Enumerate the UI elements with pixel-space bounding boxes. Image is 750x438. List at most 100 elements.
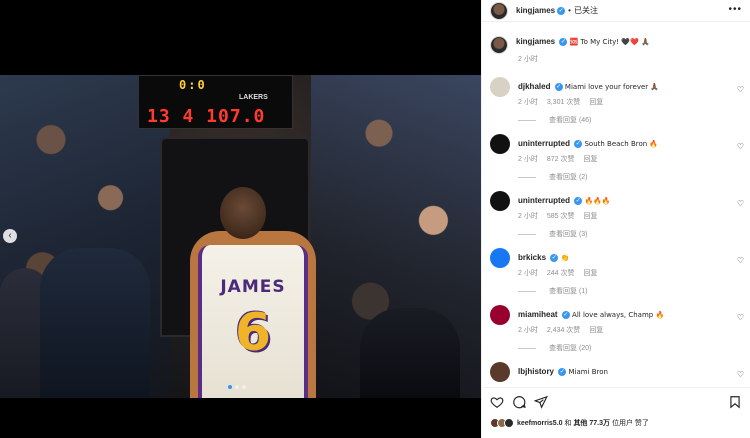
avatar[interactable] bbox=[490, 36, 508, 54]
comment-list: djkhaled ✓ Miami love your forever 🙏🏾 2 小… bbox=[482, 75, 750, 417]
post-photo[interactable]: 0:0 LAKERS 13 4 107.0 JAMES 6 bbox=[0, 75, 481, 398]
comment-username[interactable]: brkicks bbox=[518, 253, 546, 262]
comment-username[interactable]: miamiheat bbox=[518, 310, 558, 319]
comment-line: lbjhistory ✓ Miami Bron bbox=[518, 367, 608, 376]
comment-likes[interactable]: 244 次赞 bbox=[547, 268, 575, 278]
view-replies-button[interactable]: 查看回复 (1) bbox=[518, 286, 588, 296]
comment-meta: 2 小时 872 次赞 回复 bbox=[518, 154, 597, 164]
verified-badge-icon: ✓ bbox=[558, 367, 567, 376]
comment-item: uninterrupted ✓ 🔥🔥🔥 2 小时 585 次赞 回复查看回复 (3) ♡ bbox=[482, 189, 750, 246]
caption-text: 🆘 To My City! 🖤❤️ 🙏🏾 bbox=[569, 38, 650, 46]
comment-icon[interactable] bbox=[512, 395, 526, 409]
scoreboard-top: 0:0 bbox=[179, 78, 207, 92]
verified-badge-icon: ✓ bbox=[557, 6, 566, 15]
comment-time: 2 小时 bbox=[518, 99, 538, 106]
heart-icon[interactable]: ♡ bbox=[737, 370, 744, 379]
view-replies-button[interactable]: 查看回复 (2) bbox=[518, 172, 588, 182]
heart-icon[interactable]: ♡ bbox=[737, 85, 744, 94]
comment-meta: 2 小时 244 次赞 回复 bbox=[518, 268, 597, 278]
verified-badge-icon: ✓ bbox=[574, 139, 583, 148]
scoreboard-bottom: 13 4 107.0 bbox=[147, 106, 266, 127]
reply-button[interactable]: 回复 bbox=[583, 211, 597, 221]
heart-icon[interactable]: ♡ bbox=[737, 199, 744, 208]
replies-divider bbox=[518, 290, 536, 292]
likes-others-label[interactable]: 其他 bbox=[573, 420, 587, 427]
avatar[interactable] bbox=[490, 134, 510, 154]
likes-text: keefmorris5.0 和 其他 77.3万 位用户 赞了 bbox=[517, 418, 649, 428]
avatar[interactable] bbox=[490, 362, 510, 382]
reply-button[interactable]: 回复 bbox=[589, 97, 603, 107]
comment-likes[interactable]: 3,301 次赞 bbox=[547, 97, 580, 107]
comment-likes[interactable]: 2,434 次赞 bbox=[547, 325, 580, 335]
player-head bbox=[220, 187, 266, 239]
reply-button[interactable]: 回复 bbox=[583, 268, 597, 278]
comment-meta: 2 小时 585 次赞 回复 bbox=[518, 211, 597, 221]
player: JAMES 6 bbox=[178, 187, 328, 398]
comment-text: South Beach Bron 🔥 bbox=[584, 140, 659, 148]
view-replies-label: 查看回复 (2) bbox=[549, 174, 588, 181]
comment-likes[interactable]: 585 次赞 bbox=[547, 211, 575, 221]
comment-username[interactable]: djkhaled bbox=[518, 82, 550, 91]
paper-plane-icon[interactable] bbox=[534, 395, 548, 409]
heart-icon[interactable]: ♡ bbox=[737, 256, 744, 265]
view-replies-button[interactable]: 查看回复 (3) bbox=[518, 229, 588, 239]
likes-suffix: 位用户 赞了 bbox=[611, 420, 649, 427]
comment-likes[interactable]: 872 次赞 bbox=[547, 154, 575, 164]
liker-username[interactable]: keefmorris5.0 bbox=[517, 420, 563, 427]
comment-time: 2 小时 bbox=[518, 270, 538, 277]
view-replies-label: 查看回复 (3) bbox=[549, 231, 588, 238]
verified-badge-icon: ✓ bbox=[554, 82, 563, 91]
post-media: 0:0 LAKERS 13 4 107.0 JAMES 6 ‹ bbox=[0, 0, 481, 438]
jersey: JAMES 6 bbox=[198, 245, 308, 398]
replies-divider bbox=[518, 176, 536, 178]
carousel-dot bbox=[228, 385, 232, 389]
view-replies-label: 查看回复 (20) bbox=[549, 345, 592, 352]
foreground-person bbox=[360, 308, 460, 398]
carousel-prev-button[interactable]: ‹ bbox=[3, 229, 17, 243]
caption-username[interactable]: kingjames bbox=[516, 37, 555, 46]
reply-button[interactable]: 回复 bbox=[589, 325, 603, 335]
jersey-name: JAMES bbox=[220, 277, 286, 297]
separator-dot: • bbox=[568, 6, 571, 15]
comment-text: Miami Bron bbox=[568, 368, 608, 376]
avatar[interactable] bbox=[490, 1, 508, 20]
action-bar: keefmorris5.0 和 其他 77.3万 位用户 赞了 bbox=[482, 387, 750, 438]
post-username[interactable]: kingjames bbox=[516, 6, 555, 15]
comment-username[interactable]: uninterrupted bbox=[518, 139, 570, 148]
caption-time: 2 小时 bbox=[518, 56, 538, 63]
comment-username[interactable]: uninterrupted bbox=[518, 196, 570, 205]
avatar[interactable] bbox=[490, 248, 510, 268]
verified-badge-icon: ✓ bbox=[550, 253, 559, 262]
verified-badge-icon: ✓ bbox=[561, 310, 570, 319]
heart-icon[interactable]: ♡ bbox=[737, 313, 744, 322]
avatar[interactable] bbox=[490, 77, 510, 97]
avatar[interactable] bbox=[490, 191, 510, 211]
heart-outline-icon[interactable] bbox=[490, 395, 504, 409]
comment-line: miamiheat ✓ All love always, Champ 🔥 bbox=[518, 310, 664, 319]
heart-icon[interactable]: ♡ bbox=[737, 142, 744, 151]
comment-line: djkhaled ✓ Miami love your forever 🙏🏾 bbox=[518, 82, 659, 91]
bookmark-icon[interactable] bbox=[728, 395, 742, 409]
foreground-person bbox=[40, 248, 150, 398]
verified-badge-icon: ✓ bbox=[574, 196, 583, 205]
follow-status-button[interactable]: 已关注 bbox=[574, 5, 598, 16]
verified-badge-icon: ✓ bbox=[559, 37, 568, 46]
comment-meta: 2 小时 3,301 次赞 回复 bbox=[518, 97, 603, 107]
liker-avatar bbox=[504, 418, 514, 428]
replies-divider bbox=[518, 233, 536, 235]
comment-username[interactable]: lbjhistory bbox=[518, 367, 554, 376]
carousel-dots bbox=[228, 385, 246, 389]
comment-line: brkicks ✓ 👏 bbox=[518, 253, 569, 262]
likes-count[interactable]: 77.3万 bbox=[589, 420, 610, 427]
carousel-dot bbox=[235, 385, 239, 389]
likes-summary: keefmorris5.0 和 其他 77.3万 位用户 赞了 bbox=[490, 418, 649, 428]
comment-time: 2 小时 bbox=[518, 213, 538, 220]
more-options-icon[interactable]: ••• bbox=[728, 4, 742, 15]
view-replies-button[interactable]: 查看回复 (20) bbox=[518, 343, 591, 353]
comment-text: 👏 bbox=[560, 254, 570, 262]
view-replies-button[interactable]: 查看回复 (46) bbox=[518, 115, 591, 125]
avatar[interactable] bbox=[490, 305, 510, 325]
comment-text: 🔥🔥🔥 bbox=[584, 197, 611, 205]
scoreboard: 0:0 LAKERS 13 4 107.0 bbox=[138, 75, 293, 129]
reply-button[interactable]: 回复 bbox=[583, 154, 597, 164]
